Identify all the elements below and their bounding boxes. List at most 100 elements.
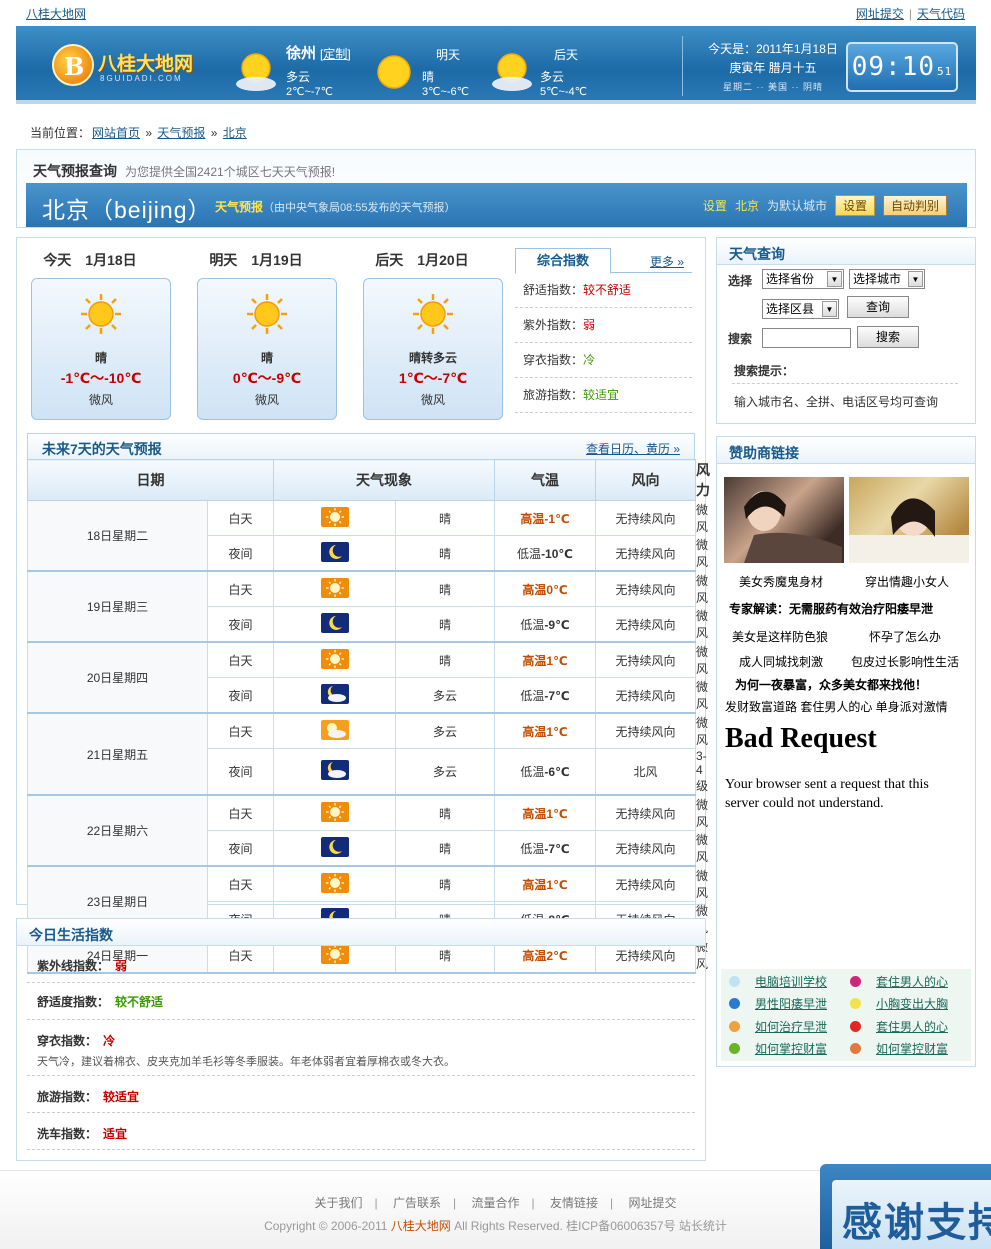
forecast-temp: 高温1℃: [494, 794, 596, 831]
sponsor-link-text[interactable]: 男性阳痿早泄: [755, 995, 827, 1012]
query-title: 天气预报查询 为您提供全国2421个城区七天天气预报!: [33, 161, 335, 181]
forecast-cond: 晴: [395, 865, 495, 902]
search-label: 搜索: [728, 332, 753, 346]
index-row: 旅游指数：较适宜: [515, 378, 692, 413]
search-button[interactable]: 搜索: [857, 326, 919, 348]
province-select[interactable]: 选择省份 ▼: [762, 269, 844, 289]
breadcrumb-forecast[interactable]: 天气预报: [157, 126, 205, 140]
forecast-date: 20日星期四: [27, 641, 208, 714]
set-default-button[interactable]: 设置: [834, 195, 875, 216]
forecast-part: 白天: [207, 500, 274, 536]
header-divider: [682, 36, 683, 96]
sponsor-link[interactable]: 发财致富道路 套住男人的心 单身派对激情: [725, 698, 948, 715]
footer-traffic-link[interactable]: 流量合作: [471, 1196, 519, 1210]
sponsor-photo-1[interactable]: [724, 477, 844, 563]
query-button[interactable]: 查询: [847, 296, 909, 318]
sponsor-link[interactable]: 美女是这样防色狼: [732, 628, 828, 645]
index-value: 弱: [583, 318, 596, 332]
sponsor-caption-2[interactable]: 穿出情趣小女人: [865, 573, 949, 590]
sponsor-caption-1[interactable]: 美女秀魔鬼身材: [739, 573, 823, 590]
logo-emblem-icon: B: [52, 44, 94, 86]
sponsor-link-text[interactable]: 电脑培训学校: [755, 973, 827, 990]
breadcrumb-city[interactable]: 北京: [223, 126, 247, 140]
city-subtitle: 天气预报（由中央气象局08:55发布的天气预报）: [215, 198, 456, 215]
life-item-uv: 紫外线指数： 弱: [27, 946, 695, 983]
breadcrumb: 当前位置： 网站首页 » 天气预报 » 北京: [30, 124, 249, 141]
city-value: 选择城市: [853, 272, 902, 286]
auto-detect-button[interactable]: 自动判别: [882, 195, 947, 216]
city-select[interactable]: 选择城市 ▼: [849, 269, 925, 289]
footer-about-link[interactable]: 关于我们: [315, 1196, 363, 1210]
life-key: 紫外线指数：: [37, 959, 110, 973]
forecast-date: 19日星期三: [27, 570, 208, 643]
site-home-link[interactable]: 八桂大地网: [26, 5, 86, 22]
header-after-temp: 5℃~-4℃: [540, 86, 588, 98]
customize-link[interactable]: [定制]: [320, 47, 351, 61]
sponsor-link-text[interactable]: 套住男人的心: [876, 973, 948, 990]
forecast-icon-cell: [273, 677, 396, 714]
temp-label: 高温: [522, 653, 547, 668]
index-key: 穿衣指数：: [523, 353, 584, 367]
sponsor-link-text[interactable]: 如何掌控财富: [755, 1040, 827, 1057]
sponsor-headline-2[interactable]: 为何一夜暴富，众多美女都来找他！: [735, 676, 927, 693]
temp-label: 高温: [520, 511, 545, 526]
sponsor-link[interactable]: 包皮过长影响性生活: [851, 653, 959, 670]
tab-composite-index[interactable]: 综合指数: [515, 248, 611, 274]
copyright-site-link[interactable]: 八桂大地网: [391, 1219, 451, 1233]
bullet-icon: [850, 1021, 861, 1032]
select-label: 选择: [728, 274, 753, 288]
header-after-label: 后天: [554, 48, 579, 62]
sun-icon: [320, 506, 349, 530]
forecast-part: 白天: [207, 794, 274, 831]
footer-friend-link[interactable]: 友情链接: [550, 1196, 598, 1210]
weather-query-title: 天气查询: [729, 246, 785, 262]
bullet-icon: [850, 976, 861, 987]
breadcrumb-home[interactable]: 网站首页: [92, 126, 140, 140]
day-card-box: 晴 0℃～-9℃ 微风: [197, 278, 337, 420]
sun-cloud-icon: [236, 53, 276, 91]
temp-label: 高温: [522, 582, 547, 597]
footer-submit-link[interactable]: 网址提交: [628, 1196, 676, 1210]
weather-code-link[interactable]: 天气代码: [917, 7, 965, 21]
header-city-name: 徐州: [286, 45, 317, 62]
sponsor-link-text[interactable]: 如何治疗早泄: [755, 1018, 827, 1035]
day-card-tomorrow: 明天 1月19日 晴 0℃～-9℃ 微风: [183, 238, 337, 420]
forecast-wind-dir: 无持续风向: [595, 570, 696, 607]
default-city-settings: 设置 北京 为默认城市 设置 自动判别: [699, 195, 951, 216]
sponsor-link-text[interactable]: 套住男人的心: [876, 1018, 948, 1035]
forecast-temp: 低温-10℃: [494, 535, 596, 572]
index-more-link[interactable]: 更多 »: [650, 253, 684, 270]
calendar-link[interactable]: 查看日历、黄历 »: [586, 440, 680, 457]
sponsor-link-text[interactable]: 如何掌控财富: [876, 1040, 948, 1057]
logo-name: 八桂大地网: [98, 53, 194, 75]
week-line: 星期二 ·· 美国 ·· 阴晴: [723, 82, 823, 92]
submit-url-link[interactable]: 网址提交: [856, 7, 904, 21]
forecast-temp: 低温-7℃: [494, 677, 596, 714]
sponsor-link[interactable]: 成人同城找刺激: [739, 653, 823, 670]
forecast-part: 白天: [207, 570, 274, 607]
seven-day-title: 未来7天的天气预报: [42, 441, 162, 457]
index-value: 冷: [583, 353, 596, 367]
thanks-float-banner[interactable]: 感谢支持: [820, 1164, 991, 1249]
forecast-icon-cell: [273, 865, 396, 902]
temp-label: 低温: [517, 546, 542, 561]
cloud-sun-icon: [320, 719, 349, 743]
forecast-cond: 晴: [395, 606, 495, 643]
sponsor-photo-2[interactable]: [849, 477, 969, 563]
header-today-temp: 2℃~-7℃: [286, 86, 334, 98]
life-value: 冷: [103, 1034, 116, 1048]
search-input[interactable]: [762, 328, 851, 348]
table-row: 20日星期四 白天晴高温1℃ 无持续风向 微风: [27, 641, 708, 714]
weather-query-panel: 天气查询 选择 选择省份 ▼ 选择城市 ▼ 选择区县 ▼ 查询 搜索 搜索 搜索提示：…: [716, 237, 976, 424]
header-today-cond: 多云: [286, 70, 311, 84]
sponsor-link-text[interactable]: 小胸变出大胸: [876, 995, 948, 1012]
district-select[interactable]: 选择区县 ▼: [762, 299, 839, 319]
sponsor-caption: 赞助商链接: [717, 437, 975, 464]
chevron-down-icon: ▼: [908, 271, 923, 287]
sponsor-link[interactable]: 怀孕了怎么办: [869, 628, 941, 645]
life-value: 较适宜: [103, 1090, 140, 1104]
sponsor-headline-1[interactable]: 专家解读：无需服药有效治疗阳痿早泄: [729, 600, 933, 617]
site-logo[interactable]: B 八桂大地网 8GUIDADI.COM: [50, 40, 200, 90]
footer-ads-link[interactable]: 广告联系: [393, 1196, 441, 1210]
index-key: 舒适指数：: [523, 283, 584, 297]
